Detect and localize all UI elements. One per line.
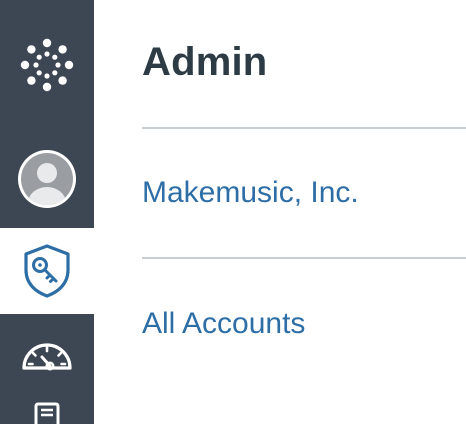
page-title: Admin bbox=[142, 40, 268, 84]
admin-nav-item[interactable] bbox=[0, 228, 94, 314]
courses-book-icon bbox=[34, 402, 60, 424]
dashboard-nav-item[interactable] bbox=[0, 314, 94, 396]
account-button[interactable] bbox=[0, 130, 94, 228]
user-avatar-icon bbox=[18, 150, 76, 208]
divider bbox=[142, 257, 466, 259]
canvas-logo-button[interactable] bbox=[0, 0, 94, 130]
dashboard-gauge-icon bbox=[22, 343, 72, 371]
canvas-logo-icon bbox=[20, 38, 74, 92]
account-link-makemusic[interactable]: Makemusic, Inc. bbox=[142, 176, 359, 210]
account-link-all-accounts[interactable]: All Accounts bbox=[142, 307, 305, 341]
global-navigation bbox=[0, 0, 94, 424]
divider bbox=[142, 127, 466, 129]
admin-shield-key-icon bbox=[24, 244, 70, 298]
courses-nav-item[interactable] bbox=[0, 396, 94, 436]
admin-tray: Admin Makemusic, Inc. All Accounts bbox=[142, 0, 466, 424]
